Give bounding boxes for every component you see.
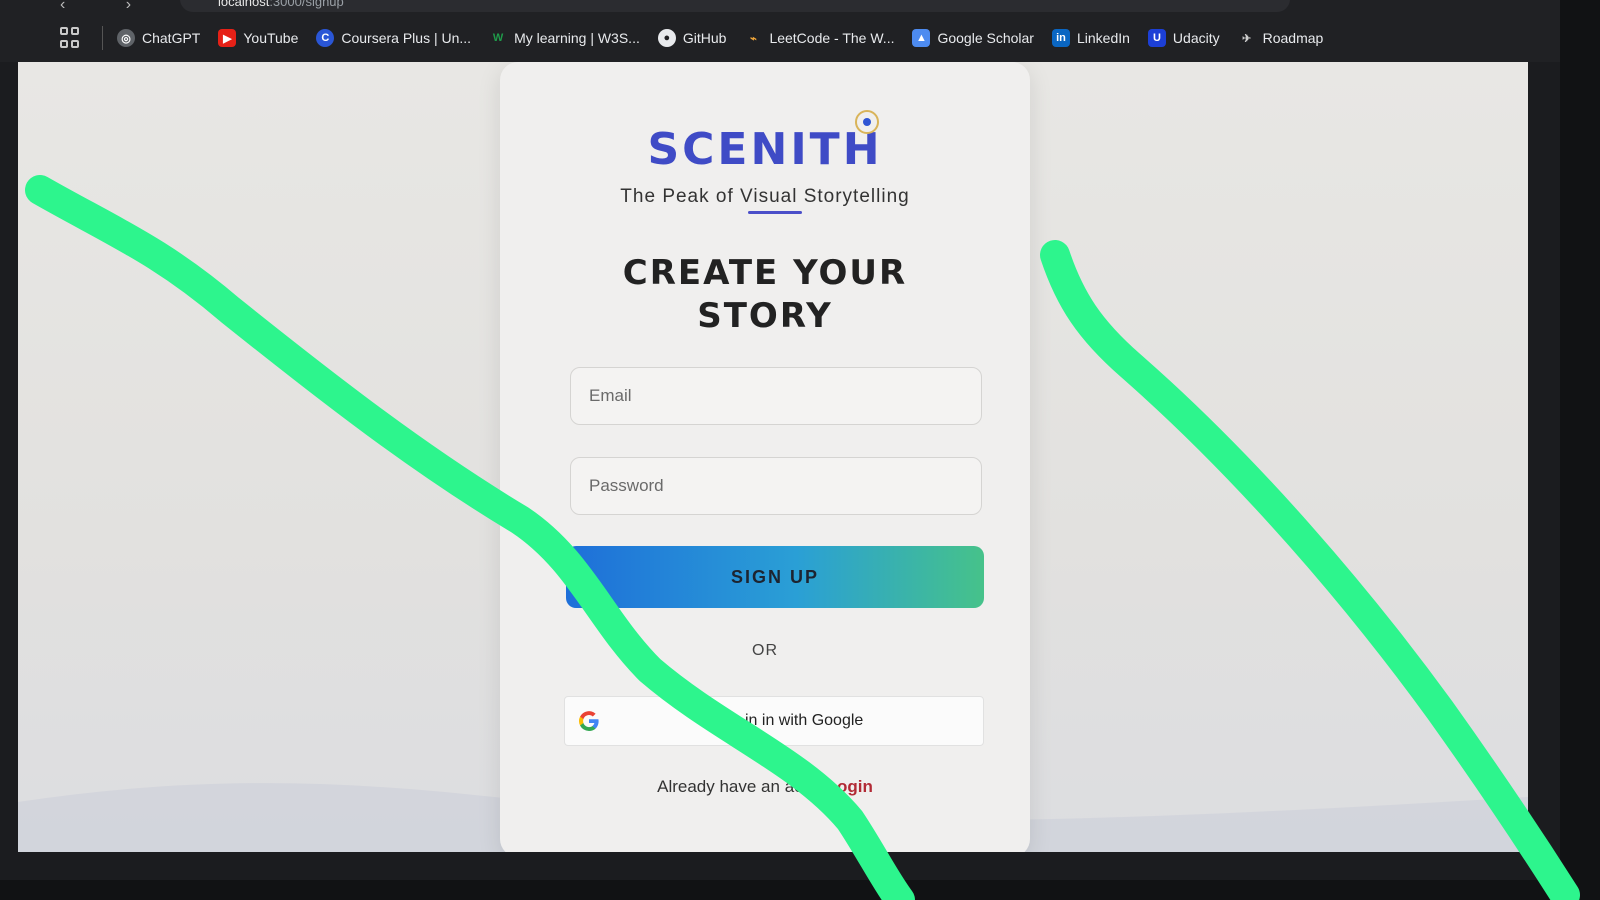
linkedin-icon: in	[1051, 29, 1070, 47]
youtube-icon: ▶	[218, 29, 237, 47]
bookmark-label: YouTube	[243, 30, 299, 46]
login-prompt-text: Already have an acco	[657, 777, 821, 796]
google-signin-button[interactable]: in in with Google	[564, 696, 984, 746]
page-title-line-2: STORY	[697, 296, 833, 336]
bookmarks-separator	[102, 26, 103, 50]
github-icon: ●	[657, 29, 676, 47]
browser-toolbar: ‹ › ↻ localhost:3000/signup	[0, 0, 1560, 14]
coursera-icon: C	[316, 29, 335, 47]
scholar-icon: ▲	[912, 29, 931, 47]
login-prompt: Already have an acco Login	[500, 777, 1030, 797]
bookmark-leetcode[interactable]: ⌁ LeetCode - The W...	[744, 29, 894, 47]
signup-card: SCENITH The Peak of Visual Storytelling …	[500, 62, 1030, 852]
leetcode-icon: ⌁	[750, 32, 757, 45]
google-icon	[579, 711, 599, 731]
bookmark-udacity[interactable]: U Udacity	[1147, 29, 1220, 47]
bookmark-google-scholar[interactable]: ▲ Google Scholar	[912, 29, 1034, 47]
address-bar-url: localhost:3000/signup	[218, 0, 344, 9]
monitor-screen: ‹ › ↻ localhost:3000/signup ◎ ChatGPT ▶ Yo…	[0, 0, 1560, 880]
bookmark-w3schools[interactable]: W My learning | W3S...	[489, 29, 640, 47]
page-title-line-1: CREATE YOUR	[622, 253, 908, 293]
bookmark-label: Google Scholar	[937, 30, 1034, 46]
address-bar[interactable]: localhost:3000/signup	[180, 0, 1290, 12]
password-field[interactable]	[570, 457, 982, 515]
bookmark-github[interactable]: ● GitHub	[657, 29, 727, 47]
url-host: localhost	[218, 0, 270, 9]
email-field[interactable]	[570, 367, 982, 425]
bookmark-chatgpt[interactable]: ◎ ChatGPT	[117, 29, 200, 47]
bookmark-coursera[interactable]: C Coursera Plus | Un...	[316, 29, 471, 47]
w3schools-icon: W	[492, 32, 504, 44]
bookmark-label: LeetCode - The W...	[769, 30, 895, 46]
rocket-icon: ✈	[1242, 32, 1252, 45]
bookmark-youtube[interactable]: ▶ YouTube	[218, 29, 298, 47]
bookmark-label: LinkedIn	[1076, 30, 1130, 46]
tagline-underline	[748, 211, 802, 214]
bookmark-label: GitHub	[682, 30, 727, 46]
bookmark-label: Udacity	[1172, 30, 1220, 46]
or-divider: OR	[752, 642, 778, 659]
bookmark-label: My learning | W3S...	[514, 30, 640, 46]
bookmark-label: ChatGPT	[142, 30, 201, 46]
page-title: CREATE YOUR STORY	[500, 252, 1030, 338]
udacity-icon: U	[1147, 29, 1166, 47]
login-link[interactable]: Login	[827, 777, 873, 796]
tagline: The Peak of Visual Storytelling	[620, 186, 910, 207]
bookmark-roadmap[interactable]: ✈ Roadmap	[1238, 29, 1324, 47]
bookmark-linkedin[interactable]: in LinkedIn	[1051, 29, 1130, 47]
brand-logo: SCENITH	[647, 124, 883, 175]
signup-button[interactable]: SIGN UP	[566, 546, 984, 608]
google-signin-label: in in with Google	[745, 712, 864, 729]
url-path: :3000/signup	[269, 0, 344, 9]
bookmark-label: Coursera Plus | Un...	[341, 30, 472, 46]
apps-grid-icon[interactable]	[60, 27, 82, 49]
bookmark-label: Roadmap	[1262, 30, 1324, 46]
chatgpt-icon: ◎	[117, 29, 135, 47]
logo-target-icon	[855, 110, 879, 134]
bookmarks-bar: ◎ ChatGPT ▶ YouTube C Coursera Plus | Un...…	[0, 14, 1560, 62]
page-viewport: SCENITH The Peak of Visual Storytelling …	[18, 62, 1528, 852]
